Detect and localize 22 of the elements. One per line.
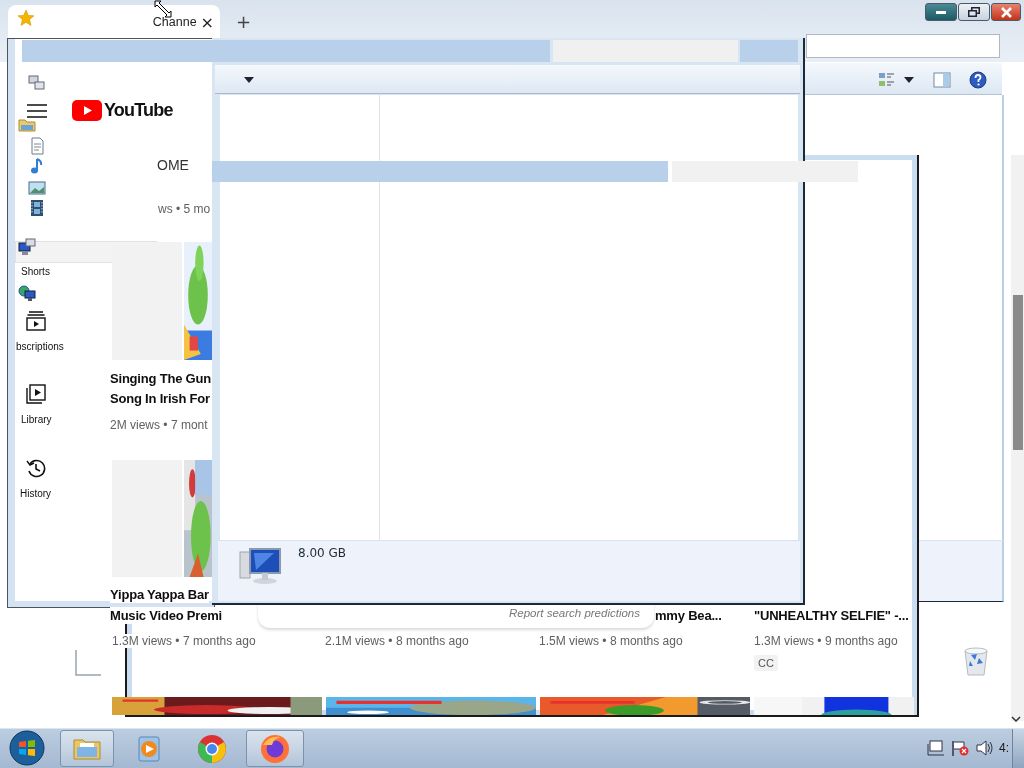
sidebar-item[interactable]: Shorts — [21, 266, 50, 277]
sidebar-item[interactable]: Library — [21, 414, 52, 425]
sidebar-item[interactable]: History — [20, 488, 52, 499]
video-meta: 2M views • 7 mont — [110, 418, 208, 432]
clock[interactable]: 4: — [999, 741, 1009, 755]
logo-text: YouTube — [104, 100, 173, 121]
close-tab-button[interactable]: × — [198, 12, 216, 32]
video-meta: 1.3M views • 9 months ago — [754, 634, 898, 648]
sidebar-item[interactable]: bscriptions — [16, 341, 64, 352]
browser-tab[interactable]: Channe × — [8, 5, 220, 39]
report-link[interactable]: Report search predictions — [508, 607, 640, 619]
new-tab-button[interactable]: + — [233, 11, 255, 32]
youtube-logo[interactable]: YouTube — [72, 100, 173, 121]
video-meta: ws • 5 mo — [158, 202, 211, 216]
caption-badge: CC — [754, 655, 778, 671]
video-meta: 1.3M views • 7 months ago — [112, 634, 256, 648]
tab-title: Channe — [152, 15, 197, 29]
video-title[interactable]: Music Video Premi — [110, 607, 222, 624]
memory-size: 8.00 GB — [298, 546, 347, 560]
video-meta: 2.1M views • 8 months ago — [325, 634, 469, 648]
video-meta: 1.5M views • 8 months ago — [539, 634, 683, 648]
tab-label[interactable]: OME — [155, 157, 191, 173]
